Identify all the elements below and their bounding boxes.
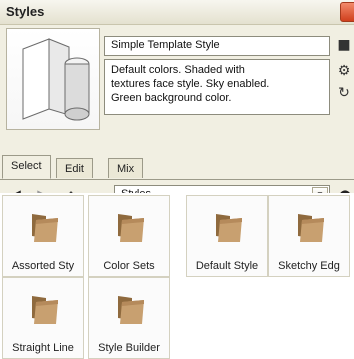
folder-icon [32, 296, 58, 324]
styles-window: Styles Simple Template Style Default col… [0, 0, 354, 359]
title-bar[interactable]: Styles [0, 0, 354, 25]
tile-label: Style Builder [98, 342, 160, 354]
tile-label: Default Style [195, 260, 259, 272]
folder-icon [216, 214, 242, 242]
update-style-icon[interactable]: ⚙ [336, 63, 352, 79]
folder-icon [118, 296, 144, 324]
refresh-icon[interactable]: ↻ [336, 85, 352, 101]
close-button[interactable] [340, 2, 354, 22]
collection-tile[interactable]: Assorted Sty [2, 195, 84, 277]
tile-label: Straight Line [12, 342, 74, 354]
folder-icon [118, 214, 144, 242]
tile-label: Sketchy Edg [278, 260, 340, 272]
style-thumbnail [6, 28, 100, 130]
collection-tile[interactable]: Straight Line [2, 277, 84, 359]
tab-mix[interactable]: Mix [108, 158, 144, 178]
collection-tile[interactable]: Style Builder [88, 277, 170, 359]
folder-icon [32, 214, 58, 242]
folder-icon [298, 214, 324, 242]
tile-label: Color Sets [103, 260, 155, 272]
description-line: textures face style. Sky enabled. [111, 78, 270, 90]
create-style-icon[interactable]: ■ [336, 37, 352, 53]
collections-grid: Assorted Sty Color Sets Default Style Sk… [0, 193, 354, 359]
tab-edit[interactable]: Edit [56, 158, 93, 178]
description-line: Default colors. Shaded with [111, 64, 245, 76]
tab-bar: Select Edit Mix [0, 155, 354, 180]
tile-label: Assorted Sty [11, 260, 75, 272]
style-description-field[interactable]: Default colors. Shaded with textures fac… [104, 59, 330, 115]
window-title: Styles [6, 4, 45, 19]
style-header: Simple Template Style Default colors. Sh… [0, 25, 354, 135]
collection-tile[interactable]: Default Style [186, 195, 268, 277]
description-line: Green background color. [111, 92, 232, 104]
tab-select[interactable]: Select [2, 155, 51, 179]
style-name-field[interactable]: Simple Template Style [104, 36, 330, 56]
collection-tile[interactable]: Color Sets [88, 195, 170, 277]
collection-tile[interactable]: Sketchy Edg [268, 195, 350, 277]
